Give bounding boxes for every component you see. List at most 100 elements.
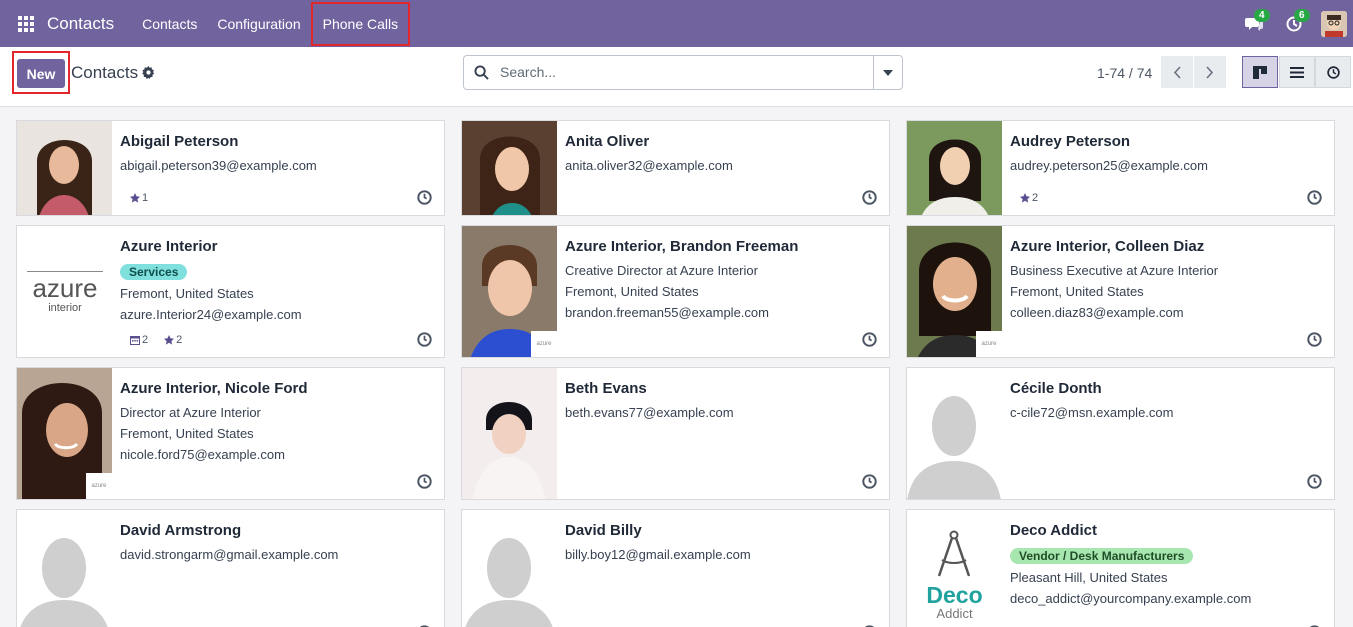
activity-clock-icon[interactable] bbox=[862, 190, 877, 205]
pager-next-button[interactable] bbox=[1194, 56, 1226, 88]
contact-email: colleen.diaz83@example.com bbox=[1010, 305, 1184, 320]
contact-name: Cécile Donth bbox=[1010, 380, 1102, 397]
messages-button[interactable]: 4 bbox=[1241, 8, 1270, 37]
user-avatar[interactable] bbox=[1321, 10, 1347, 37]
contact-photo bbox=[17, 121, 112, 215]
contact-name: David Billy bbox=[565, 522, 642, 539]
chevron-left-icon bbox=[1173, 65, 1181, 79]
top-navbar: Contacts Contacts Configuration Phone Ca… bbox=[0, 0, 1353, 47]
activity-clock-icon[interactable] bbox=[417, 474, 432, 489]
contact-location: Pleasant Hill, United States bbox=[1010, 570, 1168, 585]
activity-clock-icon[interactable] bbox=[862, 474, 877, 489]
contact-card[interactable]: Anita Oliver anita.oliver32@example.com bbox=[461, 120, 890, 216]
contact-name: David Armstrong bbox=[120, 522, 242, 539]
contact-card[interactable]: azure Azure Interior, Brandon Freeman Cr… bbox=[461, 225, 890, 358]
activity-clock-icon[interactable] bbox=[1307, 474, 1322, 489]
contact-job: Director at Azure Interior bbox=[120, 405, 261, 420]
stars-count: 2 bbox=[1020, 192, 1038, 204]
apps-menu-icon[interactable] bbox=[17, 15, 35, 33]
contact-location: Fremont, United States bbox=[120, 426, 254, 441]
contact-name: Deco Addict bbox=[1010, 522, 1097, 539]
chevron-right-icon bbox=[1206, 65, 1214, 79]
menu-configuration[interactable]: Configuration bbox=[207, 0, 310, 47]
contact-card[interactable]: Abigail Peterson abigail.peterson39@exam… bbox=[16, 120, 445, 216]
avatar-placeholder bbox=[907, 368, 1002, 499]
search-input[interactable] bbox=[500, 64, 860, 80]
contact-name: Azure Interior, Nicole Ford bbox=[120, 380, 308, 397]
contact-email: anita.oliver32@example.com bbox=[565, 158, 733, 173]
tag-badge: Vendor / Desk Manufacturers bbox=[1010, 548, 1194, 564]
contact-photo bbox=[907, 121, 1002, 215]
stars-count: 1 bbox=[130, 192, 148, 204]
contact-name: Abigail Peterson bbox=[120, 133, 239, 150]
contact-email: billy.boy12@gmail.example.com bbox=[565, 547, 751, 562]
list-view-button[interactable] bbox=[1279, 56, 1315, 88]
company-mini-logo: azure bbox=[86, 473, 112, 499]
tag-badge: Services bbox=[120, 264, 188, 280]
compass-icon bbox=[937, 530, 971, 577]
menu-phone-calls[interactable]: Phone Calls bbox=[310, 2, 411, 46]
contact-email: brandon.freeman55@example.com bbox=[565, 305, 769, 320]
contact-name: Audrey Peterson bbox=[1010, 133, 1131, 150]
contact-email: azure.Interior24@example.com bbox=[120, 307, 302, 322]
kanban-view-button[interactable] bbox=[1242, 56, 1278, 88]
star-icon bbox=[164, 335, 175, 345]
contact-card[interactable]: azure interior Azure Interior Services F… bbox=[16, 225, 445, 358]
search-options-toggle[interactable] bbox=[873, 56, 902, 89]
page-title[interactable]: Contacts bbox=[71, 63, 138, 83]
contact-card[interactable]: Cécile Donth c-cile72@msn.example.com bbox=[906, 367, 1335, 500]
avatar-placeholder bbox=[462, 510, 557, 627]
contact-email: audrey.peterson25@example.com bbox=[1010, 158, 1208, 173]
new-button[interactable]: New bbox=[17, 59, 65, 88]
contact-job: Creative Director at Azure Interior bbox=[565, 263, 758, 278]
card-meta: 2 2 bbox=[130, 334, 182, 346]
card-meta: 2 bbox=[1020, 192, 1038, 204]
activity-view-button[interactable] bbox=[1315, 56, 1351, 88]
contact-email: beth.evans77@example.com bbox=[565, 405, 734, 420]
contact-card[interactable]: Deco Addict Deco Addict Vendor / Desk Ma… bbox=[906, 509, 1335, 627]
list-icon bbox=[1290, 66, 1304, 78]
activity-clock-icon[interactable] bbox=[1307, 332, 1322, 347]
star-icon bbox=[130, 193, 140, 203]
contact-location: Fremont, United States bbox=[1010, 284, 1144, 299]
contact-card[interactable]: Audrey Peterson audrey.peterson25@exampl… bbox=[906, 120, 1335, 216]
activity-clock-icon[interactable] bbox=[862, 332, 877, 347]
company-mini-logo: azure bbox=[531, 331, 557, 357]
activities-button[interactable]: 6 bbox=[1281, 8, 1310, 37]
contact-location: Fremont, United States bbox=[565, 284, 699, 299]
activity-clock-icon[interactable] bbox=[417, 190, 432, 205]
contact-location: Fremont, United States bbox=[120, 286, 254, 301]
contact-email: david.strongarm@gmail.example.com bbox=[120, 547, 339, 562]
contact-card[interactable]: Beth Evans beth.evans77@example.com bbox=[461, 367, 890, 500]
contact-card[interactable]: David Armstrong david.strongarm@gmail.ex… bbox=[16, 509, 445, 627]
app-title[interactable]: Contacts bbox=[47, 14, 114, 34]
clock-icon bbox=[1326, 65, 1340, 79]
messages-count-badge: 4 bbox=[1254, 8, 1270, 22]
company-logo: Deco Addict bbox=[907, 510, 1002, 627]
contact-photo: azure bbox=[907, 226, 1002, 357]
contact-name: Anita Oliver bbox=[565, 133, 650, 150]
contact-name: Azure Interior, Colleen Diaz bbox=[1010, 238, 1205, 255]
activity-clock-icon[interactable] bbox=[1307, 190, 1322, 205]
contact-card[interactable]: azure Azure Interior, Nicole Ford Direct… bbox=[16, 367, 445, 500]
avatar-placeholder bbox=[17, 510, 112, 627]
card-meta: 1 bbox=[130, 192, 148, 204]
contact-name: Beth Evans bbox=[565, 380, 647, 397]
kanban-grid: Abigail Peterson abigail.peterson39@exam… bbox=[0, 107, 1353, 627]
contact-photo bbox=[462, 368, 557, 499]
contact-job: Business Executive at Azure Interior bbox=[1010, 263, 1219, 278]
company-mini-logo: azure bbox=[976, 331, 1002, 357]
contact-photo: azure bbox=[462, 226, 557, 357]
contact-card[interactable]: David Billy billy.boy12@gmail.example.co… bbox=[461, 509, 890, 627]
meetings-count: 2 bbox=[130, 334, 148, 346]
contact-email: abigail.peterson39@example.com bbox=[120, 158, 317, 173]
caret-down-icon bbox=[883, 69, 893, 76]
gear-icon[interactable] bbox=[142, 66, 155, 79]
stars-count: 2 bbox=[164, 334, 182, 346]
pager-previous-button[interactable] bbox=[1161, 56, 1193, 88]
contact-card[interactable]: azure Azure Interior, Colleen Diaz Busin… bbox=[906, 225, 1335, 358]
activity-clock-icon[interactable] bbox=[417, 332, 432, 347]
menu-contacts[interactable]: Contacts bbox=[132, 0, 207, 47]
pager-value[interactable]: 1-74 / 74 bbox=[1097, 65, 1152, 81]
search-bar bbox=[463, 55, 903, 90]
